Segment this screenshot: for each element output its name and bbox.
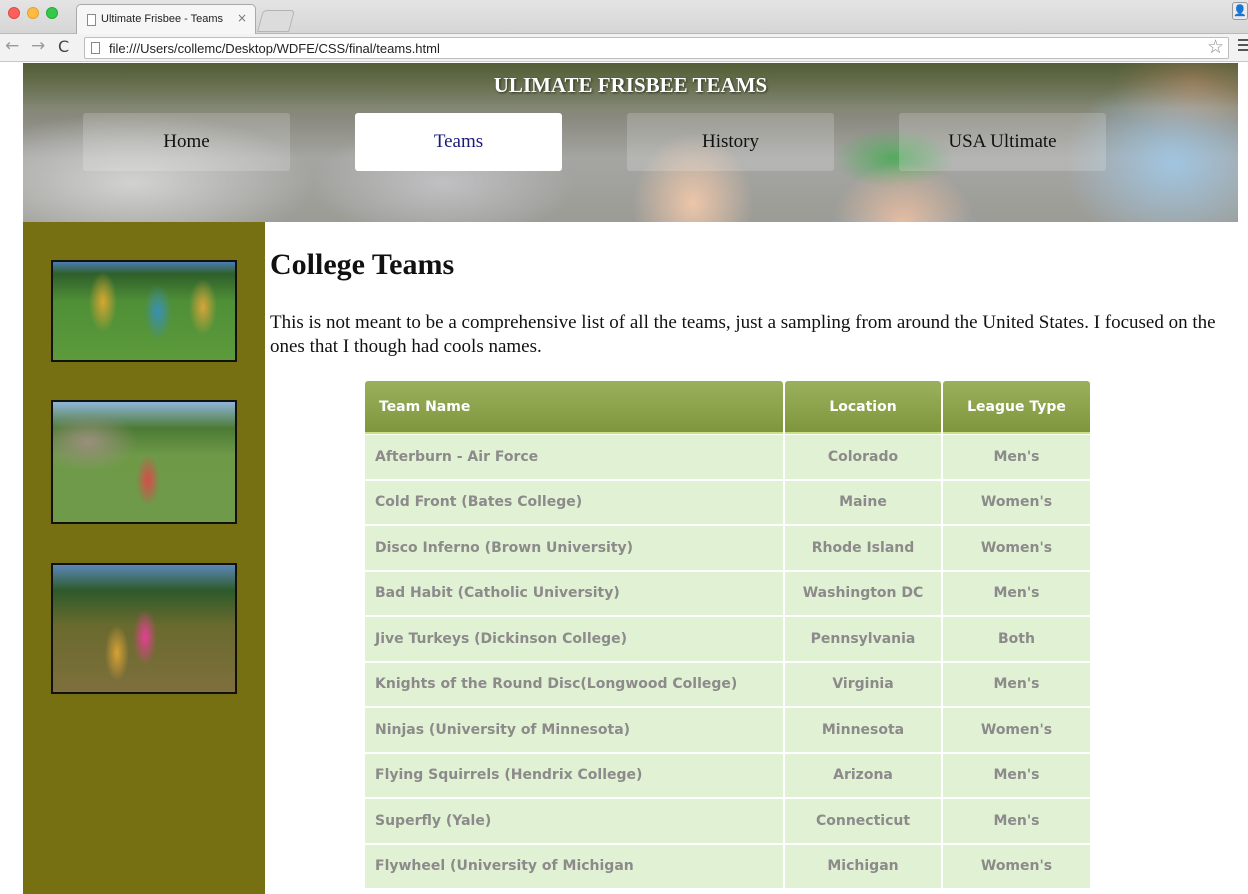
- tab-title: Ultimate Frisbee - Teams: [101, 13, 224, 25]
- team-name-cell: Bad Habit (Catholic University): [365, 570, 783, 616]
- browser-tabstrip: Ultimate Frisbee - Teams × 👤: [0, 0, 1248, 34]
- column-header-location: Location: [785, 381, 941, 434]
- team-name-cell: Jive Turkeys (Dickinson College): [365, 616, 783, 662]
- url-text[interactable]: file:///Users/collemc/Desktop/WDFE/CSS/f…: [109, 41, 440, 56]
- frisbee-photo-3: [51, 563, 237, 694]
- page-header-banner: ULIMATE FRISBEE TEAMS Home Teams History…: [23, 63, 1238, 222]
- location-cell: Arizona: [785, 752, 941, 798]
- nav-home-link[interactable]: Home: [83, 113, 290, 171]
- league-type-cell: Women's: [943, 479, 1090, 525]
- close-window-button[interactable]: [8, 7, 20, 19]
- location-cell: Pennsylvania: [785, 616, 941, 662]
- league-type-cell: Women's: [943, 707, 1090, 753]
- column-header-league-type: League Type: [943, 381, 1090, 434]
- nav-history-link[interactable]: History: [627, 113, 834, 171]
- league-type-cell: Women's: [943, 525, 1090, 571]
- league-type-cell: Men's: [943, 570, 1090, 616]
- document-icon: [87, 14, 96, 26]
- browser-tab[interactable]: Ultimate Frisbee - Teams ×: [76, 4, 256, 34]
- table-row: Bad Habit (Catholic University) Washingt…: [365, 570, 1090, 616]
- team-name-cell: Ninjas (University of Minnesota): [365, 707, 783, 753]
- league-type-cell: Men's: [943, 434, 1090, 480]
- location-cell: Rhode Island: [785, 525, 941, 571]
- team-name-cell: Knights of the Round Disc(Longwood Colle…: [365, 661, 783, 707]
- team-name-cell: Afterburn - Air Force: [365, 434, 783, 480]
- team-name-cell: Flying Squirrels (Hendrix College): [365, 752, 783, 798]
- team-name-cell: Superfly (Yale): [365, 798, 783, 844]
- table-row: Afterburn - Air Force Colorado Men's: [365, 434, 1090, 480]
- table-row: Jive Turkeys (Dickinson College) Pennsyl…: [365, 616, 1090, 662]
- table-row: Disco Inferno (Brown University) Rhode I…: [365, 525, 1090, 571]
- address-bar[interactable]: file:///Users/collemc/Desktop/WDFE/CSS/f…: [84, 36, 1229, 59]
- table-row: Knights of the Round Disc(Longwood Colle…: [365, 661, 1090, 707]
- teams-table: Team Name Location League Type Afterburn…: [363, 381, 1092, 889]
- team-name-cell: Cold Front (Bates College): [365, 479, 783, 525]
- table-row: Cold Front (Bates College) Maine Women's: [365, 479, 1090, 525]
- sidebar: [23, 222, 265, 894]
- team-name-cell: Flywheel (University of Michigan: [365, 843, 783, 889]
- page-info-icon[interactable]: [91, 42, 100, 54]
- table-row: Superfly (Yale) Connecticut Men's: [365, 798, 1090, 844]
- nav-teams-link[interactable]: Teams: [355, 113, 562, 171]
- location-cell: Virginia: [785, 661, 941, 707]
- league-type-cell: Men's: [943, 661, 1090, 707]
- page-title: College Teams: [270, 248, 455, 281]
- location-cell: Connecticut: [785, 798, 941, 844]
- back-arrow-icon[interactable]: ←: [5, 36, 19, 56]
- zoom-window-button[interactable]: [46, 7, 58, 19]
- column-header-team-name: Team Name: [365, 381, 783, 434]
- frisbee-photo-1: [51, 260, 237, 362]
- nav-usa-ultimate-link[interactable]: USA Ultimate: [899, 113, 1106, 171]
- browser-toolbar: ← → C file:///Users/collemc/Desktop/WDFE…: [0, 34, 1248, 62]
- location-cell: Maine: [785, 479, 941, 525]
- bookmark-star-icon[interactable]: ☆: [1207, 36, 1224, 58]
- table-row: Flywheel (University of Michigan Michiga…: [365, 843, 1090, 889]
- web-page: ULIMATE FRISBEE TEAMS Home Teams History…: [23, 63, 1248, 894]
- league-type-cell: Women's: [943, 843, 1090, 889]
- location-cell: Minnesota: [785, 707, 941, 753]
- location-cell: Colorado: [785, 434, 941, 480]
- profile-icon[interactable]: 👤: [1232, 2, 1248, 20]
- browser-menu-icon[interactable]: [1238, 39, 1248, 51]
- table-row: Ninjas (University of Minnesota) Minneso…: [365, 707, 1090, 753]
- minimize-window-button[interactable]: [27, 7, 39, 19]
- forward-arrow-icon[interactable]: →: [31, 36, 45, 56]
- league-type-cell: Men's: [943, 798, 1090, 844]
- tab-close-icon[interactable]: ×: [237, 11, 247, 25]
- reload-icon[interactable]: C: [58, 37, 69, 56]
- table-row: Flying Squirrels (Hendrix College) Arizo…: [365, 752, 1090, 798]
- new-tab-button[interactable]: [257, 10, 295, 32]
- intro-paragraph: This is not meant to be a comprehensive …: [270, 312, 1216, 357]
- league-type-cell: Both: [943, 616, 1090, 662]
- site-title: ULIMATE FRISBEE TEAMS: [493, 73, 768, 97]
- frisbee-photo-2: [51, 400, 237, 524]
- league-type-cell: Men's: [943, 752, 1090, 798]
- team-name-cell: Disco Inferno (Brown University): [365, 525, 783, 571]
- location-cell: Washington DC: [785, 570, 941, 616]
- table-header-row: Team Name Location League Type: [365, 381, 1090, 434]
- location-cell: Michigan: [785, 843, 941, 889]
